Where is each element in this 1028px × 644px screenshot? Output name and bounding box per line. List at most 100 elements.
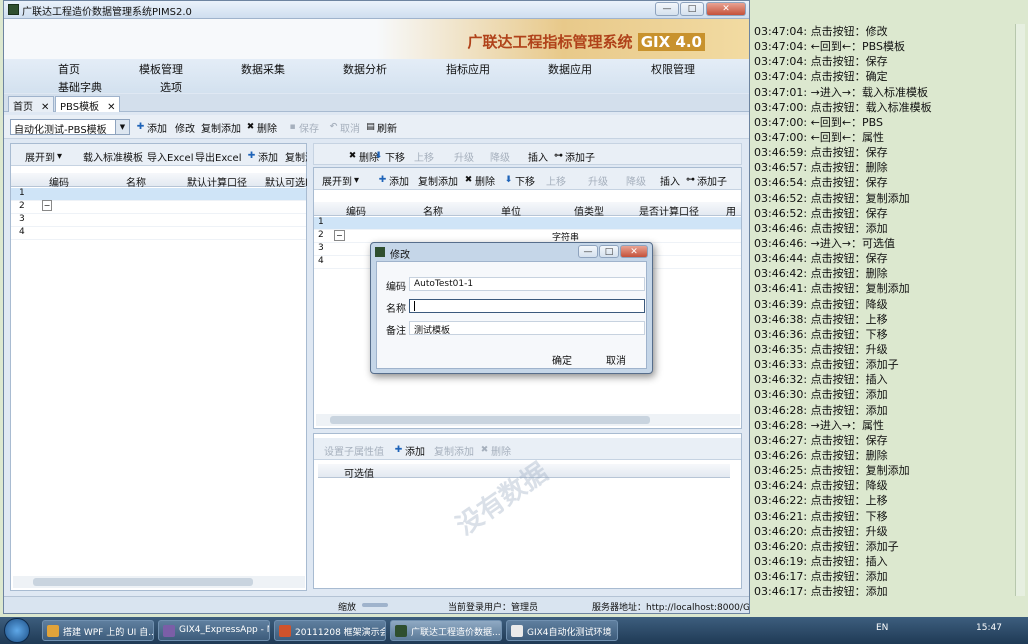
menu-home[interactable]: 首页 [58,61,80,77]
taskbar-item-ppt[interactable]: 20111208 框架演示会... [274,620,386,641]
col-optional-value[interactable]: 可选值 [344,465,374,480]
start-button[interactable] [4,618,30,643]
log-scrollbar[interactable] [1015,24,1025,596]
ok-button[interactable]: 确定 [552,352,572,367]
code-field[interactable]: AutoTest01-1 [409,277,645,291]
scroll-thumb[interactable] [33,578,253,586]
horizontal-scrollbar[interactable] [316,414,740,426]
table-row[interactable]: 4 [11,227,306,240]
minimize-button[interactable]: — [655,2,679,16]
move-up-button[interactable]: 上移 [546,173,566,188]
col-name[interactable]: 名称 [126,174,146,189]
table-row[interactable]: 1 [314,217,741,230]
plus-icon: ✚ [378,175,387,185]
col-code[interactable]: 编码 [346,203,366,218]
log-entry: 03:46:25: 点击按钮：复制添加 [754,464,910,478]
close-icon[interactable]: ✕ [41,102,49,113]
maximize-button[interactable]: □ [680,2,704,16]
cancel-button[interactable]: 取消 [606,352,626,367]
menu-index-app[interactable]: 指标应用 [446,61,490,77]
add-button[interactable]: ✚ 添加 [394,443,425,459]
menu-data-analysis[interactable]: 数据分析 [343,61,387,77]
col-use[interactable]: 用 [726,203,736,218]
add-button[interactable]: ✚ 添加 [378,173,409,189]
app-icon [395,625,407,637]
minimize-button[interactable]: — [578,245,598,258]
load-standard-template-button[interactable]: 载入标准模板 [83,149,143,164]
save-button[interactable]: ▪ 保存 [288,120,319,136]
copy-add-button[interactable]: 复制添加 [285,149,307,164]
col-is-calc[interactable]: 是否计算口径 [639,203,699,218]
col-default-optional[interactable]: 默认可选l [265,174,308,189]
add-button[interactable]: ✚ 添加 [136,120,167,136]
taskbar: 搭建 WPF 上的 UI 自... GIX4_ExpressApp - M...… [0,617,1028,644]
menu-base-dict[interactable]: 基础字典 [58,79,102,95]
set-child-values-button[interactable]: 设置子属性值 [324,443,384,458]
chevron-down-icon[interactable]: ▼ [115,120,129,134]
col-value-type[interactable]: 值类型 [574,203,604,218]
downgrade-button[interactable]: 降级 [490,149,510,164]
downgrade-button[interactable]: 降级 [626,173,646,188]
menu-options[interactable]: 选项 [160,79,182,95]
col-default-calc[interactable]: 默认计算口径 [187,174,247,189]
edit-button[interactable]: 修改 [175,120,195,135]
table-row[interactable]: 2 − [11,200,306,214]
insert-button[interactable]: 插入 [660,173,680,188]
table-row[interactable]: 1 [11,188,306,201]
menu-permission[interactable]: 权限管理 [651,61,695,77]
add-button[interactable]: ✚ 添加 [247,149,278,165]
col-unit[interactable]: 单位 [501,203,521,218]
add-child-button[interactable]: ⊶ 添加子 [686,173,727,189]
template-select[interactable]: 自动化测试-PBS模板 ▼ [10,119,130,136]
collapse-icon[interactable]: − [41,200,53,211]
log-entry: 03:46:52: 点击按钮：保存 [754,206,888,220]
collapse-icon[interactable]: − [334,230,345,241]
insert-button[interactable]: 插入 [528,149,548,164]
window-icon [511,625,523,637]
refresh-button[interactable]: ▤ 刷新 [366,120,397,136]
table-row[interactable]: 3 [11,214,306,227]
move-up-button[interactable]: 上移 [414,149,434,164]
menu-data-collect[interactable]: 数据采集 [241,61,285,77]
plus-icon: ✚ [394,445,403,455]
close-button[interactable]: ✕ [620,245,648,258]
copy-add-button[interactable]: 复制添加 [434,443,474,458]
add-child-button[interactable]: ⊶ 添加子 [554,149,595,165]
name-field[interactable] [409,299,645,313]
close-button[interactable]: ✕ [706,2,746,16]
expand-to-button[interactable]: 展开到 ▾ [25,149,62,164]
move-down-button[interactable]: ⬇ 下移 [504,173,535,189]
col-name[interactable]: 名称 [423,203,443,218]
taskbar-item-test-env[interactable]: GIX4自动化测试环境 [506,620,618,641]
taskbar-item-express[interactable]: GIX4_ExpressApp - M... [158,620,270,641]
log-entry: 03:47:04: 点击按钮：保存 [754,55,888,69]
clock[interactable]: 15:47 [976,623,1002,633]
copy-add-button[interactable]: 复制添加 [201,120,241,135]
delete-button[interactable]: ✖ 删除 [464,173,495,189]
upgrade-button[interactable]: 升级 [454,149,474,164]
maximize-button[interactable]: □ [599,245,619,258]
export-excel-button[interactable]: 导出Excel [195,149,242,164]
taskbar-item-pims[interactable]: 广联达工程造价数据... [390,620,502,641]
close-icon[interactable]: ✕ [107,102,115,113]
delete-button[interactable]: ✖ 删除 [246,120,277,136]
zoom-slider[interactable] [362,603,388,607]
upgrade-button[interactable]: 升级 [588,173,608,188]
taskbar-item-wpf[interactable]: 搭建 WPF 上的 UI 自... [42,620,154,641]
delete-button[interactable]: ✖ 删除 [480,443,511,459]
tab-home[interactable]: 首页 ✕ [8,96,55,113]
scroll-thumb[interactable] [330,416,650,424]
menu-template-mgmt[interactable]: 模板管理 [139,61,183,77]
menu-data-app[interactable]: 数据应用 [548,61,592,77]
cancel-button[interactable]: ↶ 取消 [329,120,360,136]
language-indicator[interactable]: EN [876,623,888,633]
col-code[interactable]: 编码 [49,174,69,189]
import-excel-button[interactable]: 导入Excel [147,149,194,164]
move-down-button[interactable]: ⬇ 下移 [374,149,405,165]
remark-field[interactable]: 测试模板 [409,321,645,336]
tab-pbs-template[interactable]: PBS模板 ✕ [55,96,121,113]
template-toolbar: 自动化测试-PBS模板 ▼ ✚ 添加 修改 复制添加 ✖ 删除 ▪ 保存 ↶ 取消 ▤ 刷新 [4,115,749,139]
copy-add-button[interactable]: 复制添加 [418,173,458,188]
expand-to-button[interactable]: 展开到 ▾ [322,173,359,188]
horizontal-scrollbar[interactable] [13,576,305,588]
